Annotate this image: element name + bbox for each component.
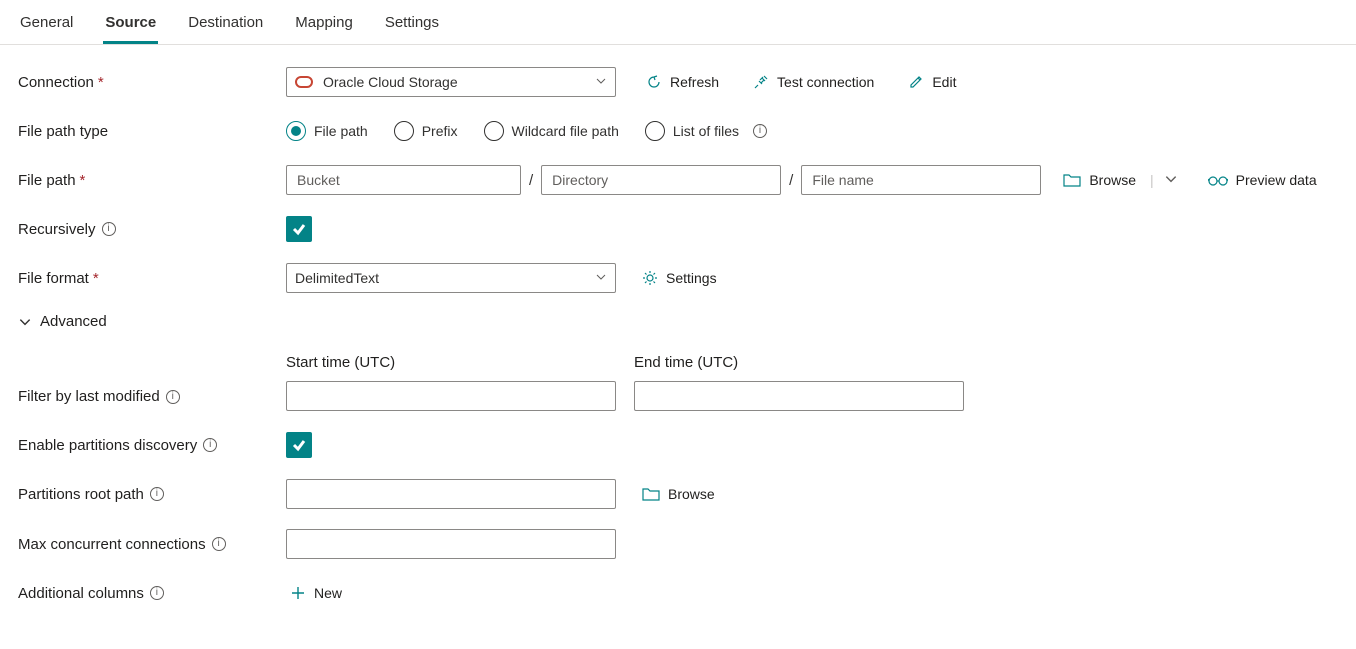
- recursively-label: Recursively i: [18, 221, 286, 238]
- file-format-label: File format*: [18, 270, 286, 287]
- info-icon[interactable]: i: [150, 586, 164, 600]
- radio-wildcard[interactable]: Wildcard file path: [484, 121, 619, 141]
- file-path-type-label: File path type: [18, 123, 286, 140]
- file-path-label: File path*: [18, 172, 286, 189]
- path-separator: /: [529, 172, 533, 189]
- refresh-icon: [646, 74, 662, 90]
- info-icon[interactable]: i: [166, 390, 180, 404]
- tab-settings[interactable]: Settings: [383, 8, 441, 44]
- start-time-label: Start time (UTC): [286, 354, 616, 371]
- radio-list-of-files[interactable]: List of files i: [645, 121, 767, 141]
- recursively-checkbox[interactable]: [286, 216, 312, 242]
- end-time-input[interactable]: [634, 381, 964, 411]
- gear-icon: [642, 270, 658, 286]
- connection-value: Oracle Cloud Storage: [323, 74, 458, 90]
- test-connection-button[interactable]: Test connection: [749, 74, 878, 90]
- folder-icon: [642, 487, 660, 501]
- start-time-input[interactable]: [286, 381, 616, 411]
- radio-icon: [645, 121, 665, 141]
- plug-icon: [753, 74, 769, 90]
- enable-partitions-checkbox[interactable]: [286, 432, 312, 458]
- advanced-toggle[interactable]: Advanced: [18, 313, 107, 330]
- tab-destination[interactable]: Destination: [186, 8, 265, 44]
- tab-bar: General Source Destination Mapping Setti…: [0, 0, 1356, 45]
- max-concurrent-input[interactable]: [286, 529, 616, 559]
- tab-source[interactable]: Source: [103, 8, 158, 44]
- info-icon[interactable]: i: [102, 222, 116, 236]
- radio-file-path[interactable]: File path: [286, 121, 368, 141]
- tab-mapping[interactable]: Mapping: [293, 8, 355, 44]
- info-icon[interactable]: i: [212, 537, 226, 551]
- separator: |: [1148, 172, 1156, 188]
- radio-selected-icon: [286, 121, 306, 141]
- folder-icon: [1063, 173, 1081, 187]
- file-format-dropdown[interactable]: DelimitedText: [286, 263, 616, 293]
- new-column-button[interactable]: New: [286, 585, 346, 601]
- info-icon[interactable]: i: [150, 487, 164, 501]
- edit-button[interactable]: Edit: [904, 74, 960, 90]
- check-icon: [292, 438, 306, 452]
- filename-input[interactable]: [801, 165, 1041, 195]
- info-icon[interactable]: i: [753, 124, 767, 138]
- radio-prefix[interactable]: Prefix: [394, 121, 458, 141]
- browse-button[interactable]: Browse: [1059, 172, 1140, 188]
- path-separator: /: [789, 172, 793, 189]
- filter-by-last-modified-label: Filter by last modified i: [18, 388, 286, 411]
- end-time-label: End time (UTC): [634, 354, 964, 371]
- connection-label: Connection*: [18, 74, 286, 91]
- chevron-down-icon: [18, 315, 32, 329]
- radio-icon: [394, 121, 414, 141]
- file-format-settings-button[interactable]: Settings: [638, 270, 721, 286]
- file-format-value: DelimitedText: [295, 270, 379, 286]
- partitions-root-path-label: Partitions root path i: [18, 486, 286, 503]
- partitions-browse-button[interactable]: Browse: [638, 486, 719, 502]
- max-concurrent-label: Max concurrent connections i: [18, 536, 286, 553]
- chevron-down-icon[interactable]: [1164, 172, 1178, 189]
- partitions-root-path-input[interactable]: [286, 479, 616, 509]
- radio-icon: [484, 121, 504, 141]
- enable-partitions-label: Enable partitions discovery i: [18, 437, 286, 454]
- preview-data-button[interactable]: Preview data: [1204, 172, 1321, 188]
- check-icon: [292, 222, 306, 236]
- chevron-down-icon: [595, 74, 607, 90]
- glasses-icon: [1208, 174, 1228, 186]
- refresh-button[interactable]: Refresh: [642, 74, 723, 90]
- pencil-icon: [908, 74, 924, 90]
- info-icon[interactable]: i: [203, 438, 217, 452]
- connection-dropdown[interactable]: Oracle Cloud Storage: [286, 67, 616, 97]
- bucket-input[interactable]: [286, 165, 521, 195]
- directory-input[interactable]: [541, 165, 781, 195]
- additional-columns-label: Additional columns i: [18, 585, 286, 602]
- chevron-down-icon: [595, 270, 607, 286]
- tab-general[interactable]: General: [18, 8, 75, 44]
- plus-icon: [290, 585, 306, 601]
- oracle-icon: [295, 76, 313, 88]
